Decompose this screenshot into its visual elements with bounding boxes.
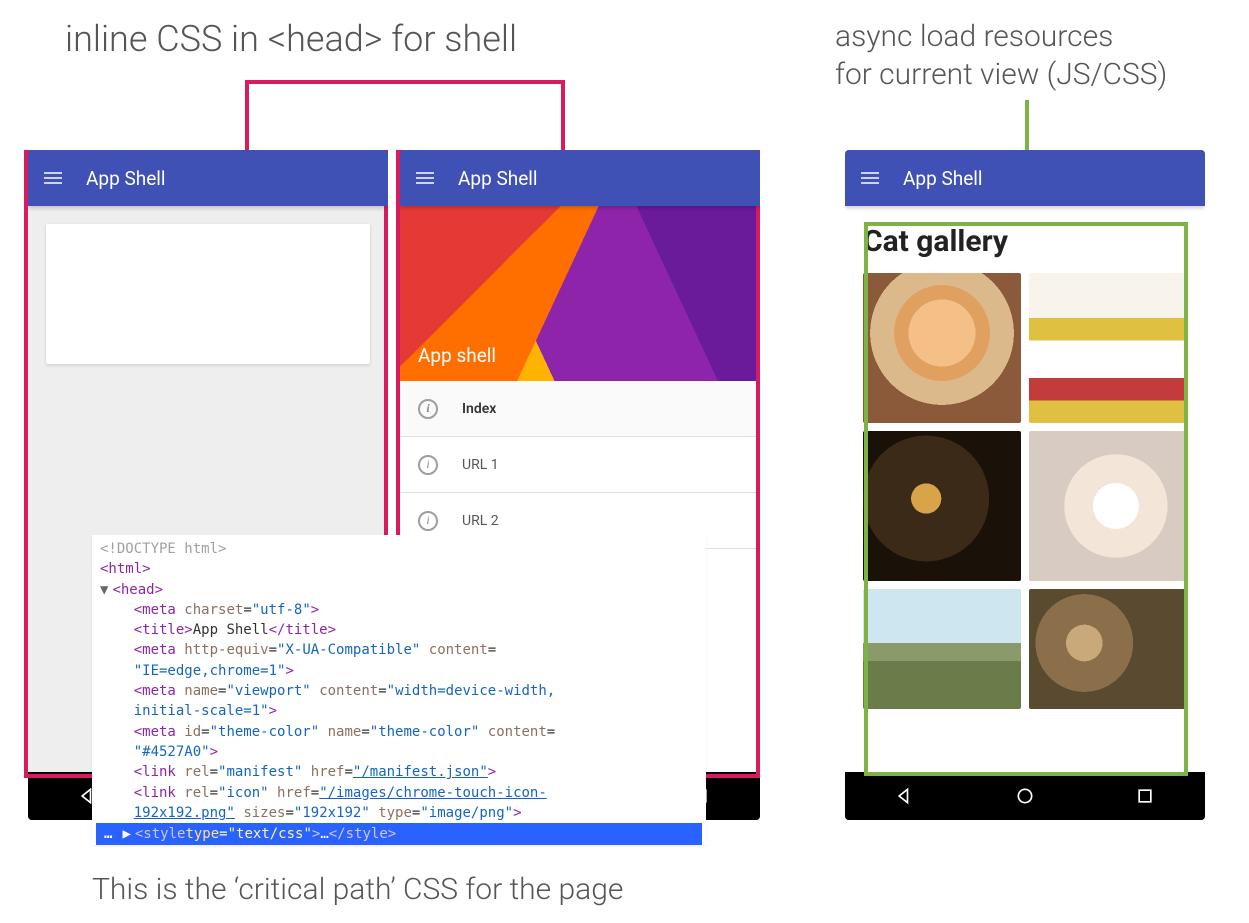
- hamburger-icon[interactable]: [44, 172, 62, 184]
- code-line: <meta charset="utf-8">: [96, 600, 702, 620]
- code-line: <title>App Shell</title>: [96, 620, 702, 640]
- appbar-title: App Shell: [86, 167, 166, 190]
- code-line: ▼<head>: [96, 580, 702, 600]
- code-line: <html>: [96, 559, 702, 579]
- appbar: App Shell: [845, 150, 1205, 206]
- pink-connector-right: [561, 80, 565, 150]
- code-line: <link rel="icon" href="/images/chrome-to…: [96, 783, 702, 803]
- label-critical-path: This is the ‘critical path’ CSS for the …: [92, 872, 623, 907]
- code-line-selected[interactable]: …▶<style type="text/css">…</style>: [96, 823, 702, 845]
- label-async-line1: async load resources: [835, 19, 1113, 54]
- green-highlight: [864, 222, 1188, 776]
- hamburger-icon[interactable]: [861, 172, 879, 184]
- appbar-title: App Shell: [903, 167, 983, 190]
- devtools-code-overlay: <!DOCTYPE html> <html> ▼<head> <meta cha…: [92, 535, 706, 845]
- nav-back-icon[interactable]: [895, 786, 915, 806]
- appbar-title: App Shell: [458, 167, 538, 190]
- pink-connector-left: [245, 80, 249, 150]
- android-navbar: [845, 772, 1205, 820]
- code-line: <!DOCTYPE html>: [96, 539, 702, 559]
- code-line: "#4527A0">: [96, 742, 702, 762]
- hamburger-icon[interactable]: [416, 172, 434, 184]
- label-async-line2: for current view (JS/CSS): [835, 57, 1167, 92]
- label-inline-css: inline CSS in <head> for shell: [65, 18, 517, 60]
- code-line: initial-scale=1">: [96, 701, 702, 721]
- code-line: "IE=edge,chrome=1">: [96, 661, 702, 681]
- nav-recent-icon[interactable]: [1135, 786, 1155, 806]
- label-async-load: async load resources for current view (J…: [835, 18, 1167, 93]
- appbar: App Shell: [400, 150, 760, 206]
- nav-home-icon[interactable]: [1015, 786, 1035, 806]
- code-line: <link rel="manifest" href="/manifest.jso…: [96, 762, 702, 782]
- code-line: <meta http-equiv="X-UA-Compatible" conte…: [96, 640, 702, 660]
- code-line: <meta name="viewport" content="width=dev…: [96, 681, 702, 701]
- pink-connector-horizontal: [245, 80, 565, 84]
- code-line: 192x192.png" sizes="192x192" type="image…: [96, 803, 702, 823]
- code-line: <meta id="theme-color" name="theme-color…: [96, 722, 702, 742]
- appbar: App Shell: [28, 150, 388, 206]
